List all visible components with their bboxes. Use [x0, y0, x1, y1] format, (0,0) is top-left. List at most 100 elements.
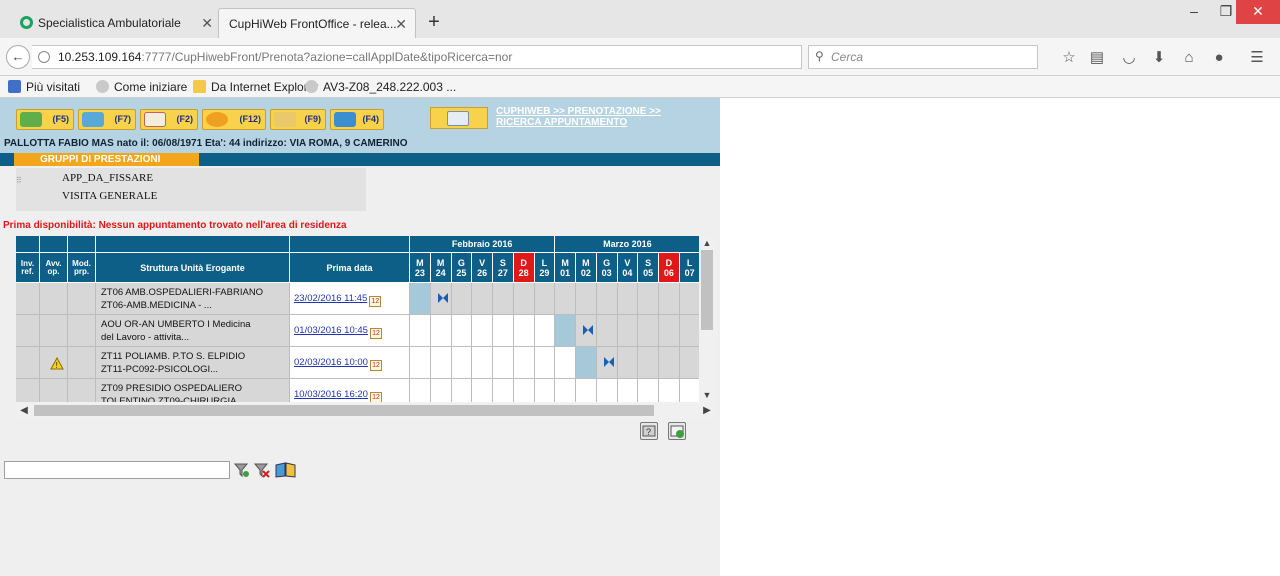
day-cell[interactable] [451, 347, 473, 379]
day-cell[interactable] [576, 379, 597, 402]
resize-handle-icon[interactable]: ⠿ [16, 176, 24, 185]
day-cell[interactable] [493, 283, 514, 315]
day-cell[interactable] [534, 315, 556, 347]
day-cell[interactable] [410, 379, 431, 402]
f5-button[interactable]: (F5) [16, 109, 74, 130]
day-cell[interactable] [679, 315, 699, 347]
group-item[interactable]: VISITA GENERALE [62, 190, 157, 202]
new-tab-button[interactable]: + [422, 10, 446, 34]
day-cell[interactable] [534, 283, 556, 315]
day-cell[interactable] [513, 315, 535, 347]
day-cell[interactable] [617, 315, 639, 347]
pocket-icon[interactable]: ◡ [1118, 48, 1140, 68]
day-cell[interactable] [451, 379, 473, 402]
day-cell[interactable] [617, 379, 639, 402]
day-cell[interactable] [555, 347, 576, 379]
first-date-link[interactable]: 10/03/2016 16:20 12 [290, 379, 409, 402]
first-date-link[interactable]: 02/03/2016 10:00 12 [290, 347, 409, 371]
star-icon[interactable]: ☆ [1058, 48, 1080, 68]
bookmark-internet-explorer[interactable]: Da Internet Explorer [193, 76, 318, 98]
day-cell[interactable] [472, 347, 493, 379]
tab-specialistica[interactable]: Specialistica Ambulatoriale ✕ [8, 8, 222, 38]
day-cell[interactable] [451, 315, 473, 347]
download-icon[interactable]: ⬇ [1148, 48, 1170, 68]
vertical-scrollbar[interactable]: ▲ ▼ [699, 236, 715, 402]
day-cell[interactable] [659, 315, 680, 347]
col-header-mod-prp[interactable]: Mod. prp. [68, 253, 96, 283]
home-icon[interactable]: ⌂ [1178, 48, 1200, 68]
day-cell[interactable] [659, 347, 680, 379]
day-cell[interactable] [513, 379, 535, 402]
help-icon[interactable]: ? [640, 422, 658, 440]
day-cell[interactable] [430, 379, 452, 402]
f12-button[interactable]: (F12) [202, 109, 266, 130]
day-cell[interactable] [576, 283, 597, 315]
tab-cuphiweb[interactable]: CupHiWeb FrontOffice - relea... ✕ [218, 8, 416, 38]
close-tab-icon[interactable]: ✕ [395, 9, 407, 39]
lock-button[interactable] [430, 107, 488, 129]
day-cell[interactable] [576, 315, 597, 347]
scroll-up-icon[interactable]: ▲ [699, 236, 715, 250]
day-cell[interactable] [555, 315, 576, 347]
day-cell[interactable] [576, 347, 597, 379]
f2-button[interactable]: (F2) [140, 109, 198, 130]
filter-icon[interactable] [233, 461, 251, 479]
day-cell[interactable] [555, 283, 576, 315]
day-cell[interactable] [513, 347, 535, 379]
day-cell[interactable] [638, 283, 659, 315]
day-cell[interactable] [596, 315, 618, 347]
day-cell[interactable] [472, 283, 493, 315]
day-cell[interactable] [534, 347, 556, 379]
col-header-first-date[interactable]: Prima data [290, 253, 410, 283]
slot-icon[interactable] [603, 356, 615, 368]
col-header-inv-ref[interactable]: Inv. ref. [16, 253, 40, 283]
f4-button[interactable]: (F4) [330, 109, 384, 130]
first-date-link[interactable]: 23/02/2016 11:45 12 [290, 283, 409, 307]
day-cell[interactable] [493, 347, 514, 379]
day-cell[interactable] [410, 315, 431, 347]
day-cell[interactable] [596, 379, 618, 402]
calendar-icon[interactable]: 12 [369, 360, 382, 371]
day-cell[interactable] [410, 347, 431, 379]
f7-button[interactable]: (F7) [78, 109, 136, 130]
chat-icon[interactable]: ● [1208, 48, 1230, 68]
col-header-structure[interactable]: Struttura Unità Erogante [96, 253, 290, 283]
bookmark-piu-visitati[interactable]: Più visitati [8, 76, 80, 98]
minimize-button[interactable]: – [1178, 0, 1210, 24]
book-icon[interactable] [275, 461, 296, 479]
scroll-right-icon[interactable]: ▶ [699, 402, 715, 419]
filter-input[interactable] [4, 461, 230, 479]
day-cell[interactable] [430, 283, 452, 315]
day-cell[interactable] [596, 347, 618, 379]
close-window-button[interactable]: ✕ [1236, 0, 1280, 24]
back-button[interactable]: ← [6, 45, 30, 69]
day-cell[interactable] [617, 283, 639, 315]
scrollbar-thumb[interactable] [701, 250, 713, 330]
clear-filter-icon[interactable] [253, 461, 271, 479]
day-cell[interactable] [617, 347, 639, 379]
warning-icon[interactable]: ! [50, 357, 64, 370]
first-date-link[interactable]: 01/03/2016 10:45 12 [290, 315, 409, 339]
day-cell[interactable] [638, 347, 659, 379]
day-cell[interactable] [638, 379, 659, 402]
day-cell[interactable] [410, 283, 431, 315]
day-cell[interactable] [472, 315, 493, 347]
close-tab-icon[interactable]: ✕ [201, 8, 213, 38]
day-cell[interactable] [555, 379, 576, 402]
day-cell[interactable] [493, 379, 514, 402]
calendar-icon[interactable]: 12 [369, 328, 382, 339]
add-calendar-icon[interactable] [668, 422, 686, 440]
scrollbar-thumb[interactable] [34, 405, 654, 416]
day-cell[interactable] [472, 379, 493, 402]
day-cell[interactable] [534, 379, 556, 402]
day-cell[interactable] [638, 315, 659, 347]
horizontal-scrollbar[interactable]: ◀ ▶ [16, 402, 715, 419]
calendar-icon[interactable]: 12 [369, 392, 382, 402]
slot-icon[interactable] [582, 324, 594, 336]
scroll-down-icon[interactable]: ▼ [699, 388, 715, 402]
search-input[interactable]: ⚲ Cerca [808, 45, 1038, 69]
menu-icon[interactable]: ☰ [1246, 48, 1268, 68]
bookmark-av3[interactable]: AV3-Z08_248.222.003 ... [305, 76, 456, 98]
day-cell[interactable] [451, 283, 473, 315]
day-cell[interactable] [679, 379, 699, 402]
